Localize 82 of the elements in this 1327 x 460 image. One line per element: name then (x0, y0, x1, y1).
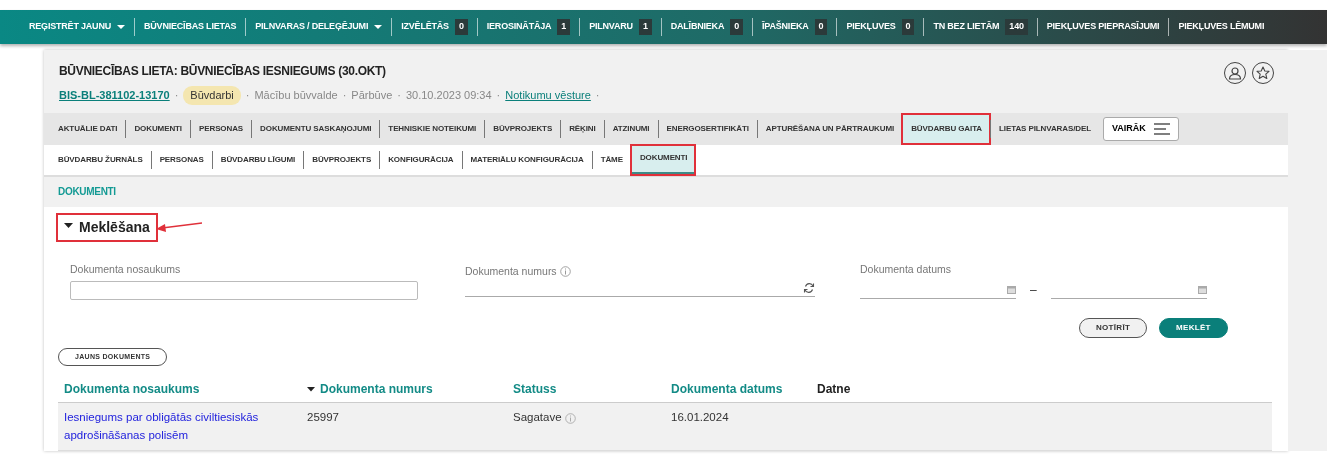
nav-link[interactable]: BŪVNIECĪBAS LIETAS (135, 18, 247, 36)
nav-link[interactable]: PIEKĻUVES PIEPRASĪJUMI (1037, 18, 1170, 36)
status-tag: Būvdarbi (183, 86, 241, 105)
clear-button[interactable]: NOTĪRĪT (1079, 318, 1148, 339)
nav-link[interactable]: IEROSINĀTĀJA 1 (477, 18, 581, 36)
count-badge: 1 (557, 19, 571, 35)
info-icon (559, 265, 571, 277)
nav-dropdown[interactable]: PILNVARAS / DELEĢĒJUMI (246, 18, 393, 36)
count-badge: 140 (1005, 19, 1028, 35)
case-meta-text: Mācību būvvalde (254, 88, 338, 103)
tab[interactable]: DOKUMENTU SASKAŅOJUMI (251, 119, 380, 138)
separator-dot: · (595, 88, 600, 103)
calendar-icon (1007, 285, 1016, 295)
tab[interactable]: BŪVDARBU LĪGUMI (211, 150, 304, 169)
count-badge: 0 (730, 19, 744, 35)
nav-label: IZVĒLĒTĀS (401, 20, 449, 34)
nav-link[interactable]: ĪPAŠNIEKA 0 (753, 18, 838, 36)
tab[interactable]: ATZINUMI (603, 119, 658, 138)
tab[interactable]: MATERIĀLU KONFIGURĀCIJA (461, 150, 592, 169)
caret-icon (374, 25, 383, 29)
count-badge: 0 (814, 19, 828, 35)
count-badge: 0 (454, 19, 468, 35)
nav-link[interactable]: DALĪBNIEKA 0 (661, 18, 754, 36)
search-toggle[interactable]: Meklēšana (58, 214, 156, 240)
count-badge: 1 (638, 19, 652, 35)
annotation-arrow (155, 220, 204, 234)
case-meta-text: 30.10.2023 09:34 (405, 88, 492, 103)
nav-link[interactable]: TN BEZ LIETĀM 140 (924, 18, 1038, 36)
case-title: BŪVNIECĪBAS LIETA: BŪVNIECĪBAS IESNIEGUMS (30.OKT) (59, 63, 387, 80)
field-label: Dokumenta nosaukums (70, 261, 182, 277)
caret-icon (117, 25, 125, 29)
nav-label: ĪPAŠNIEKA (762, 20, 809, 34)
section-header: DOKUMENTI (44, 176, 1288, 207)
nav-link[interactable]: IZVĒLĒTĀS 0 (392, 18, 478, 36)
nav-link[interactable]: PIEKĻUVES 0 (837, 18, 925, 36)
more-button[interactable]: VAIRĀK (1103, 116, 1179, 141)
tab[interactable]: BŪVPROJEKTS (303, 150, 380, 169)
tab[interactable]: ENERGOSERTIFIKĀTI (657, 119, 757, 138)
tab[interactable]: BŪVDARBU ŽURNĀLS (50, 150, 151, 169)
tab[interactable]: PERSONAS (150, 150, 212, 169)
table-cell: 16.01.2024 (665, 403, 811, 451)
nav-link[interactable]: PILNVARU 1 (580, 18, 662, 36)
tab[interactable]: RĒĶINI (560, 119, 604, 138)
nav-label: PIEKĻUVES (846, 20, 896, 34)
tab[interactable]: BŪVPROJEKTS (484, 119, 561, 138)
refresh-icon (803, 281, 815, 294)
case-meta-text: Pārbūve (351, 88, 393, 103)
field-label: Dokumenta numurs (465, 263, 557, 279)
table-cell: Sagatave (513, 411, 562, 424)
nav-dropdown[interactable]: REĢISTRĒT JAUNU (20, 18, 135, 36)
history-link[interactable]: Notikumu vēsture (505, 87, 591, 104)
table-cell: 25997 (301, 403, 507, 451)
calendar-icon (1197, 285, 1207, 295)
sort-icon (307, 386, 315, 392)
separator-dot: · (342, 88, 347, 103)
tab[interactable]: DOKUMENTI (125, 119, 190, 138)
field-label: Dokumenta datums (860, 261, 953, 277)
search-button[interactable]: MEKLĒT (1159, 318, 1228, 339)
tab[interactable]: AKTUĀLIE DATI (50, 119, 126, 138)
separator-dot: · (245, 88, 250, 103)
separator-dot: · (496, 88, 501, 103)
tab[interactable]: LIETAS PILNVARAS/DEL (990, 119, 1099, 138)
info-icon (564, 412, 576, 424)
menu-icon (1153, 122, 1170, 135)
separator-dot: · (397, 88, 401, 103)
separator-dot: · (174, 88, 179, 103)
count-badge: 0 (901, 19, 915, 35)
text-field[interactable] (70, 281, 418, 301)
tab[interactable]: DOKUMENTI (630, 144, 696, 175)
nav-label: IEROSINĀTĀJA (486, 20, 552, 34)
tab[interactable]: KONFIGURĀCIJA (379, 150, 462, 169)
tab[interactable]: TEHNISKIE NOTEIKUMI (379, 119, 485, 138)
person-icon (1228, 66, 1242, 80)
nav-label: TN BEZ LIETĀM (933, 20, 1000, 34)
nav-label: DALĪBNIEKA (670, 20, 725, 34)
nav-label: PILNVARU (589, 20, 633, 34)
star-icon (1256, 66, 1270, 80)
case-id-link[interactable]: BIS-BL-381102-13170 (59, 87, 170, 104)
date-range-dash: – (1030, 282, 1037, 300)
nav-link[interactable]: PIEKĻUVES LĒMUMI (1169, 18, 1274, 36)
tab[interactable]: BŪVDARBU GAITA (902, 113, 991, 144)
tab[interactable]: PERSONAS (190, 119, 252, 138)
